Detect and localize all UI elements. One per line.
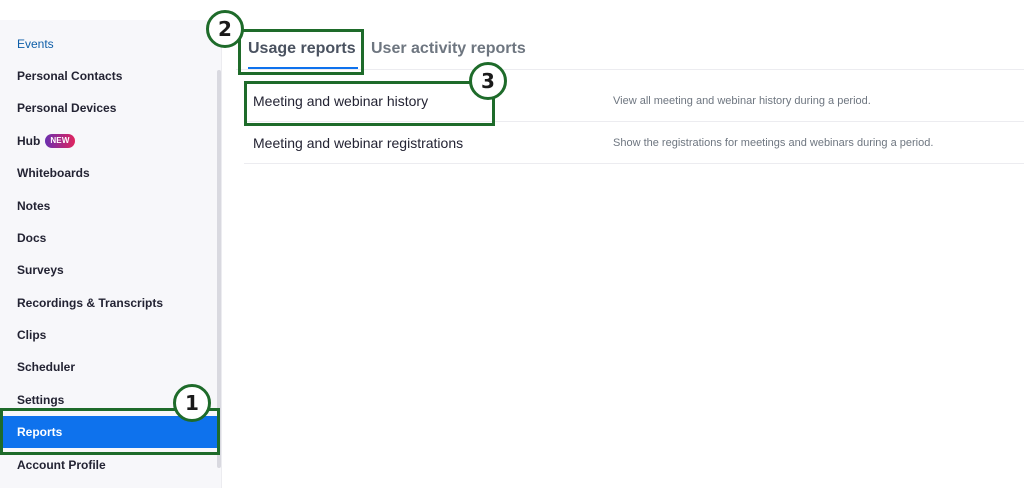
sidebar-item-clips[interactable]: Clips — [0, 319, 218, 351]
report-description: Show the registrations for meetings and … — [613, 137, 934, 149]
sidebar-item-label: Personal Contacts — [17, 69, 123, 83]
annotation-callout-1: 1 — [173, 384, 211, 422]
sidebar-item-label: Hub — [17, 134, 41, 148]
report-link-meeting-webinar-registrations[interactable]: Meeting and webinar registrations — [253, 135, 463, 151]
sidebar-item-label: Surveys — [17, 263, 64, 277]
annotation-callout-2: 2 — [206, 10, 244, 48]
sidebar-item-surveys[interactable]: Surveys — [0, 254, 218, 286]
sidebar-item-label: Account Profile — [17, 458, 106, 472]
report-description: View all meeting and webinar history dur… — [613, 95, 871, 107]
sidebar-item-personal-devices[interactable]: Personal Devices — [0, 92, 218, 124]
sidebar-item-label: Recordings & Transcripts — [17, 296, 164, 310]
annotation-callout-3: 3 — [469, 62, 507, 100]
sidebar-item-label: Events — [17, 37, 54, 51]
sidebar-item-notes[interactable]: Notes — [0, 190, 218, 222]
sidebar-item-docs[interactable]: Docs — [0, 222, 218, 254]
sidebar-item-whiteboards[interactable]: Whiteboards — [0, 157, 218, 189]
report-row-meeting-webinar-registrations[interactable]: Meeting and webinar registrations Show t… — [244, 122, 1024, 164]
sidebar-item-scheduler[interactable]: Scheduler — [0, 351, 218, 383]
sidebar-item-recordings-transcripts[interactable]: Recordings & Transcripts — [0, 287, 218, 319]
new-badge: NEW — [45, 134, 75, 148]
sidebar-item-label: Clips — [17, 328, 47, 342]
sidebar-item-personal-contacts[interactable]: Personal Contacts — [0, 60, 218, 92]
annotation-highlight-usage-reports — [238, 29, 364, 75]
sidebar-item-label: Docs — [17, 231, 47, 245]
sidebar-item-events[interactable]: Events — [0, 28, 218, 60]
annotation-highlight-meeting-history — [244, 81, 495, 126]
sidebar-item-label: Whiteboards — [17, 166, 90, 180]
sidebar-item-label: Personal Devices — [17, 101, 117, 115]
sidebar-item-label: Notes — [17, 199, 51, 213]
sidebar-item-label: Scheduler — [17, 360, 76, 374]
sidebar-item-label: Settings — [17, 393, 65, 407]
tab-user-activity-reports[interactable]: User activity reports — [371, 40, 526, 58]
sidebar-item-hub[interactable]: Hub NEW — [0, 125, 218, 157]
